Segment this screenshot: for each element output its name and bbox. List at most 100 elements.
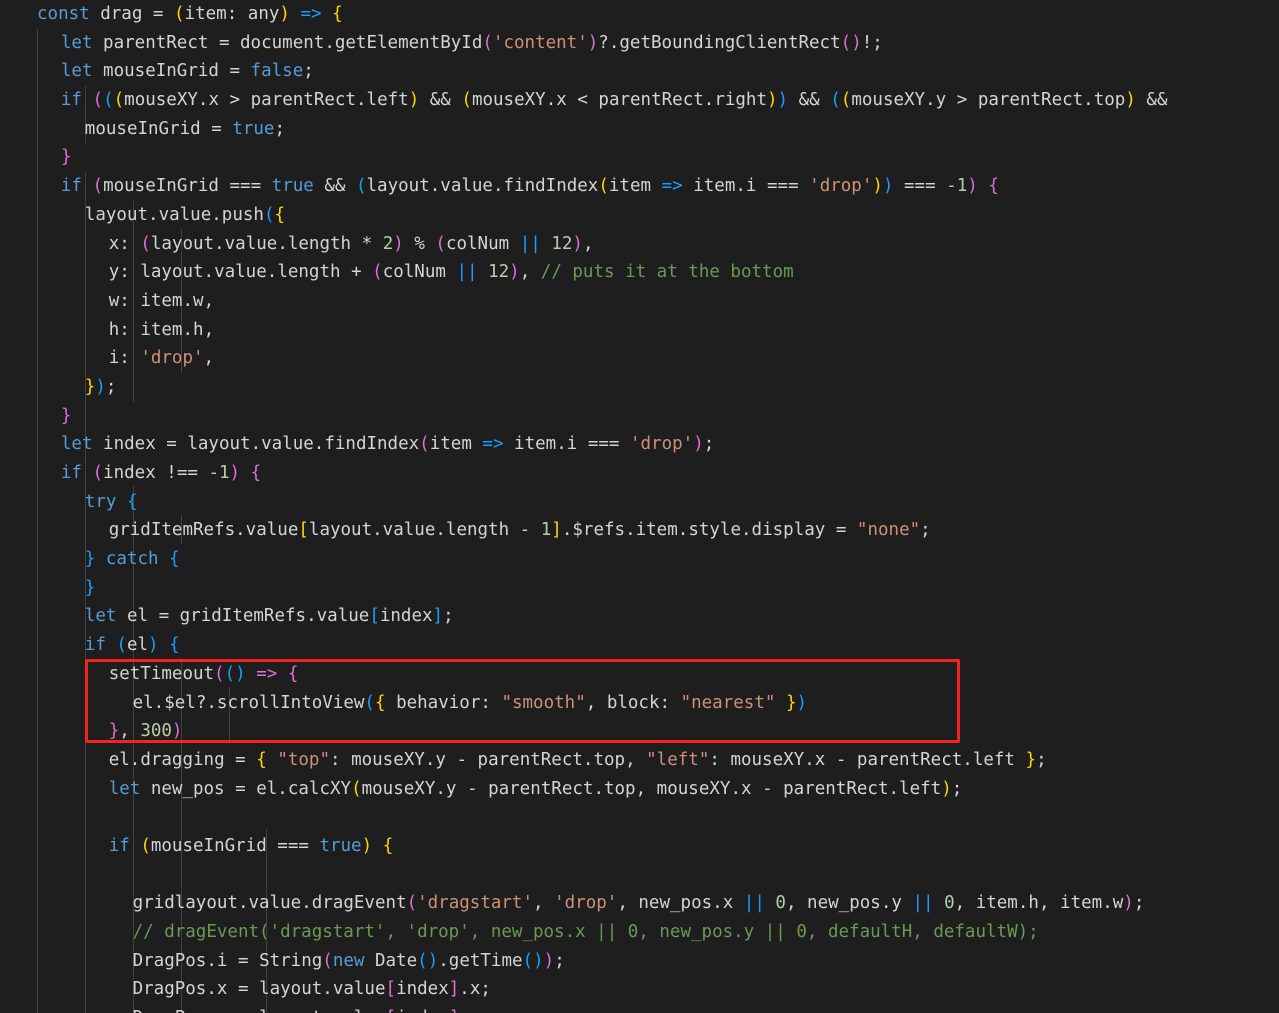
code-line[interactable]: y: layout.value.length + (colNum || 12),… (0, 258, 1279, 287)
code-token: = (224, 749, 257, 770)
code-line[interactable]: if (((mouseXY.x > parentRect.left) && (m… (0, 86, 1279, 115)
code-token: . (277, 778, 288, 799)
code-token: y (435, 749, 446, 770)
code-line[interactable]: DragPos.x = layout.value[index].x; (0, 975, 1279, 1004)
code-line[interactable] (0, 803, 1279, 832)
code-line[interactable]: i: 'drop', (0, 344, 1279, 373)
code-token: value (440, 176, 493, 197)
code-line[interactable]: let el = gridItemRefs.value[index]; (0, 602, 1279, 631)
code-token: value (158, 204, 212, 225)
code-token: i (566, 434, 578, 455)
code-token: parentRect (250, 90, 356, 111)
code-line[interactable]: const drag = (item: any) => { (0, 0, 1279, 29)
code-line[interactable]: layout.value.push({ (0, 201, 1279, 230)
code-line[interactable]: DragPos.y = layout.value[index].y; (0, 1004, 1279, 1013)
code-editor[interactable]: const drag = (item: any) => {let parentR… (0, 0, 1279, 1013)
code-token: ) (509, 262, 520, 283)
code-token: : (119, 348, 141, 369)
code-line[interactable] (0, 861, 1279, 890)
code-token: ] (449, 1008, 460, 1013)
code-token: { (287, 663, 299, 684)
code-token: ) (767, 90, 778, 111)
code-token: getBoundingClientRect (619, 32, 841, 53)
code-token: ( (830, 90, 841, 111)
code-token: === (266, 835, 320, 856)
code-line[interactable]: }, 300) (0, 717, 1279, 746)
code-token: ?. (598, 32, 620, 53)
code-token: parentRect (598, 90, 704, 111)
code-token: . (459, 979, 470, 1000)
code-token: !; (861, 32, 883, 53)
code-line[interactable]: try { (0, 488, 1279, 517)
code-token: y (891, 893, 902, 914)
code-line[interactable]: } catch { (0, 545, 1279, 574)
code-token: i (108, 348, 120, 369)
code-token: ( (840, 32, 852, 53)
code-token: ( (140, 233, 151, 254)
code-token: ( (263, 204, 275, 225)
code-line[interactable]: let index = layout.value.findIndex(item … (0, 430, 1279, 459)
code-token: String (259, 950, 323, 971)
code-line[interactable]: h: item.h, (0, 316, 1279, 345)
code-token: parentRect (977, 90, 1084, 111)
code-line[interactable]: let parentRect = document.getElementById… (0, 29, 1279, 58)
code-line[interactable]: // dragEvent('dragstart', 'drop', new_po… (0, 918, 1279, 947)
code-line[interactable]: let mouseInGrid = false; (0, 57, 1279, 86)
code-token: ) (361, 835, 373, 856)
code-token: ] (448, 979, 460, 1000)
code-token: : (119, 290, 141, 311)
code-line[interactable]: DragPos.i = String(new Date().getTime())… (0, 947, 1279, 976)
code-line[interactable]: w: item.w, (0, 287, 1279, 316)
code-token: let (60, 61, 93, 82)
code-token: = (218, 61, 251, 82)
code-token: { (332, 4, 343, 24)
code-line[interactable]: } (0, 402, 1279, 431)
code-token: ( (406, 893, 418, 914)
code-token: display (751, 520, 826, 541)
code-line[interactable]: setTimeout(() => { (0, 660, 1279, 689)
code-token: . (703, 90, 715, 111)
code-token: . (355, 90, 367, 111)
code-line[interactable]: }); (0, 373, 1279, 402)
code-token: ; (951, 778, 963, 799)
code-token: length (445, 520, 510, 541)
code-line[interactable]: mouseInGrid = true; (0, 115, 1279, 144)
code-token: colNum (445, 233, 510, 254)
code-line[interactable]: let new_pos = el.calcXY(mouseXY.y - pare… (0, 775, 1279, 804)
code-token: , (119, 721, 141, 742)
code-token: , (203, 290, 215, 311)
code-token: . (206, 979, 217, 1000)
code-token: value (261, 434, 314, 455)
code-line[interactable]: x: (layout.value.length * 2) % (colNum |… (0, 230, 1279, 259)
code-line[interactable]: if (mouseInGrid === true && (layout.valu… (0, 172, 1279, 201)
code-line[interactable]: } (0, 574, 1279, 603)
code-line[interactable]: el.$el?.scrollIntoView({ behavior: "smoo… (0, 689, 1279, 718)
code-token: x (208, 90, 220, 111)
code-token: ( (140, 835, 151, 856)
code-token: * (351, 233, 383, 254)
code-line[interactable]: el.dragging = { "top": mouseXY.y - paren… (0, 746, 1279, 775)
code-token: item (635, 520, 678, 541)
code-token: mouseXY (851, 90, 926, 111)
code-token: index (379, 606, 433, 627)
code-surface[interactable]: const drag = (item: any) => {let parentR… (0, 0, 1279, 1013)
code-line[interactable]: if (el) { (0, 631, 1279, 660)
code-line[interactable]: } (0, 143, 1279, 172)
code-line[interactable]: gridItemRefs.value[layout.value.length -… (0, 516, 1279, 545)
code-token: . (593, 778, 604, 799)
code-token: ) (543, 950, 555, 971)
code-line[interactable]: if (index !== -1) { (0, 459, 1279, 488)
code-token: } (60, 147, 72, 168)
code-line[interactable]: gridlayout.value.dragEvent('dragstart', … (0, 889, 1279, 918)
code-token: = (227, 1008, 259, 1013)
code-line[interactable]: if (mouseInGrid === true) { (0, 832, 1279, 861)
